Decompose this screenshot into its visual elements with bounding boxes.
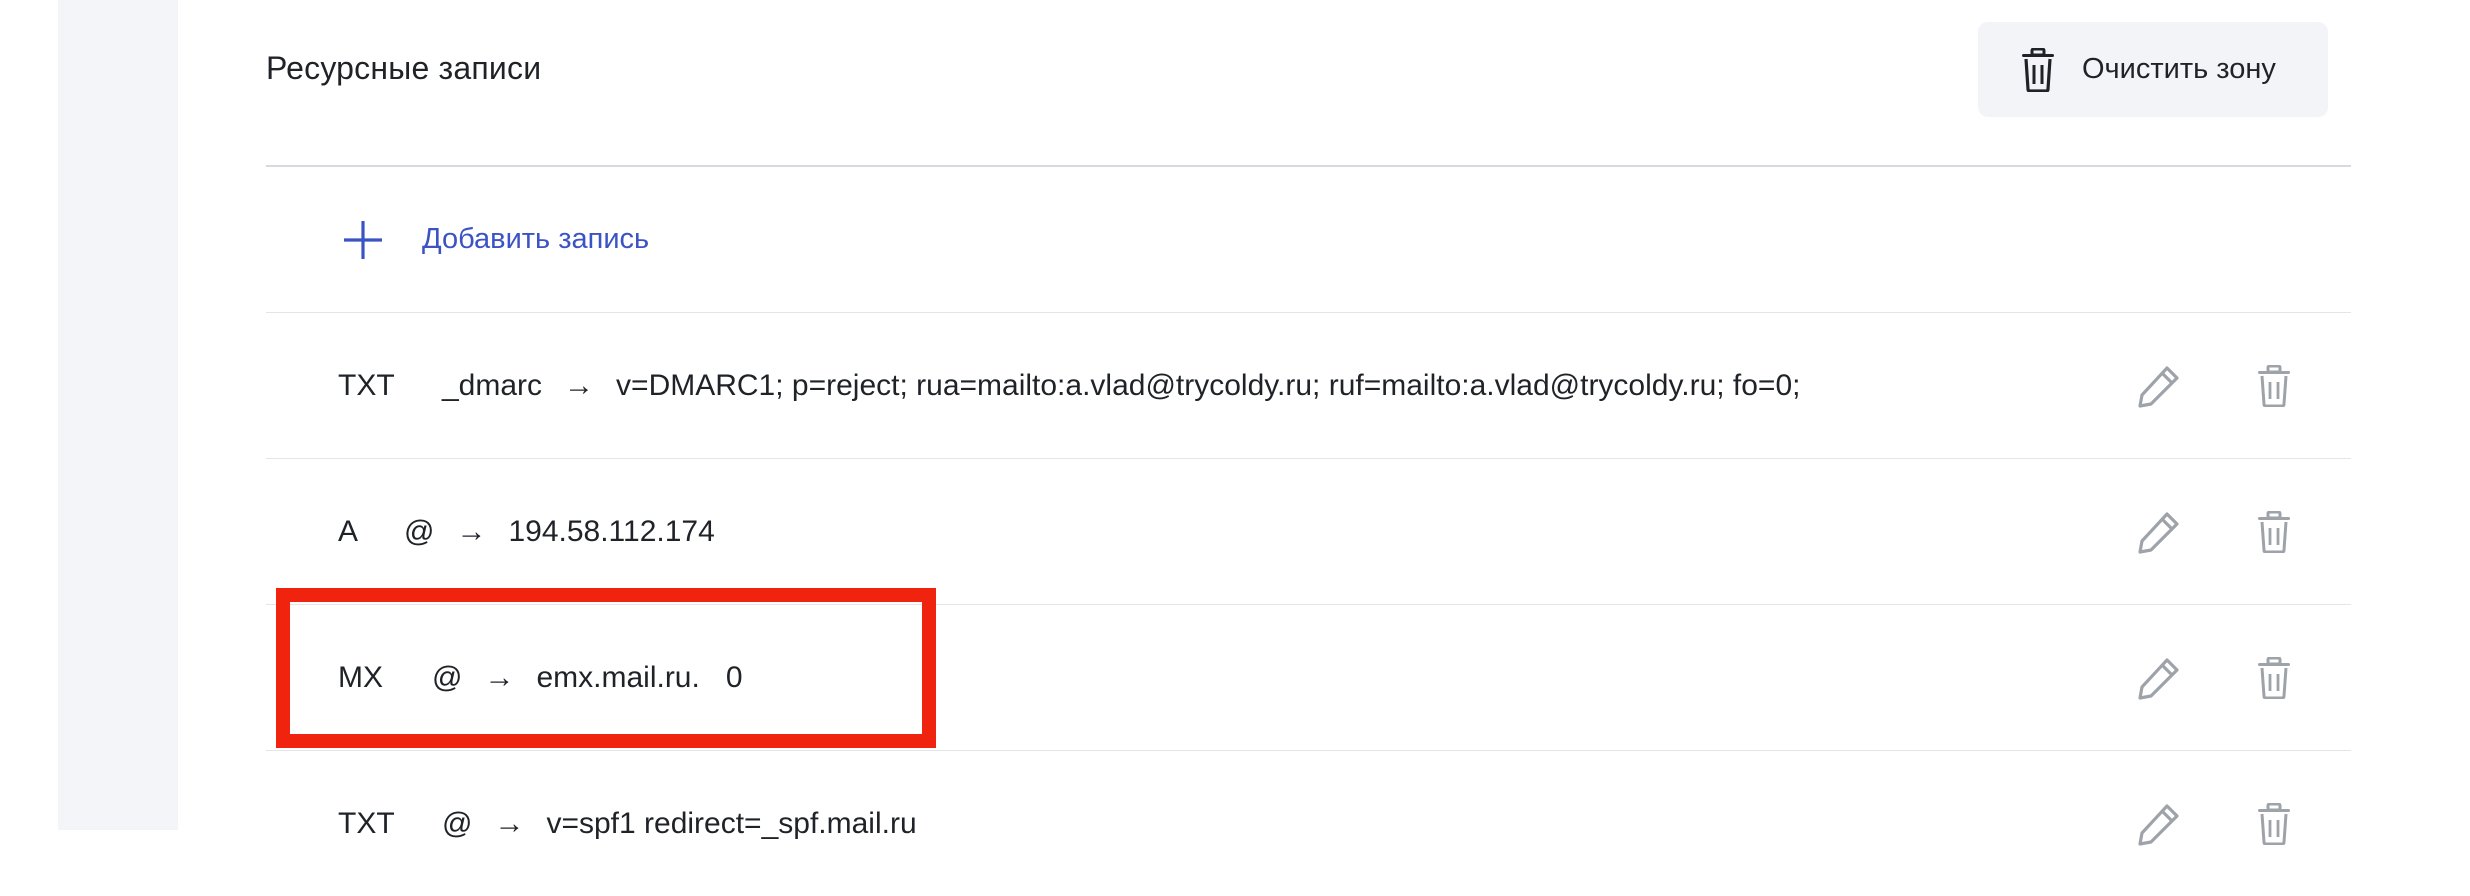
row-actions [2137, 605, 2351, 750]
add-record-button[interactable]: Добавить запись [266, 167, 2351, 312]
arrow-icon: → [494, 806, 525, 840]
clear-zone-button[interactable]: Очистить зону [1978, 22, 2328, 117]
record-name: @ [404, 514, 435, 548]
record-name: _dmarc [442, 368, 543, 402]
record-value: v=spf1 redirect=_spf.mail.ru [546, 806, 917, 840]
record-value: v=DMARC1; p=reject; rua=mailto:a.vlad@tr… [616, 368, 1801, 402]
add-record-label: Добавить запись [422, 223, 650, 255]
arrow-icon: → [484, 660, 515, 694]
arrow-icon: → [456, 514, 487, 548]
table-row[interactable]: TXT _dmarc → v=DMARC1; p=reject; rua=mai… [266, 313, 2351, 458]
record-value: 194.58.112.174 [508, 514, 715, 548]
trash-icon [2022, 47, 2054, 92]
pencil-icon[interactable] [2137, 802, 2181, 846]
row-actions [2137, 459, 2351, 604]
section-title: Ресурсные записи [266, 50, 542, 86]
record-name: @ [442, 806, 473, 840]
left-sidebar-strip [58, 0, 178, 830]
record-name: @ [432, 660, 463, 694]
pencil-icon[interactable] [2137, 364, 2181, 408]
table-row[interactable]: MX @ → emx.mail.ru. 0 [266, 605, 2351, 750]
resource-records-panel: Ресурсные записи Очистить зону Добавить … [178, 0, 2470, 846]
trash-icon[interactable] [2257, 364, 2291, 407]
record-value: emx.mail.ru. [536, 660, 700, 694]
record-type: A [338, 514, 359, 548]
record-type: TXT [338, 368, 395, 402]
row-actions [2137, 751, 2351, 896]
trash-icon[interactable] [2257, 510, 2291, 553]
pencil-icon[interactable] [2137, 510, 2181, 554]
row-actions [2137, 313, 2351, 458]
table-row[interactable]: TXT @ → v=spf1 redirect=_spf.mail.ru [266, 751, 2351, 896]
record-type: MX [338, 660, 383, 694]
trash-icon[interactable] [2257, 656, 2291, 699]
record-type: TXT [338, 806, 395, 840]
pencil-icon[interactable] [2137, 656, 2181, 700]
record-priority: 0 [725, 660, 743, 694]
table-row[interactable]: A @ → 194.58.112.174 [266, 459, 2351, 604]
plus-icon [344, 220, 382, 259]
trash-icon[interactable] [2257, 802, 2291, 845]
clear-zone-label: Очистить зону [2082, 53, 2276, 85]
arrow-icon: → [564, 368, 595, 402]
